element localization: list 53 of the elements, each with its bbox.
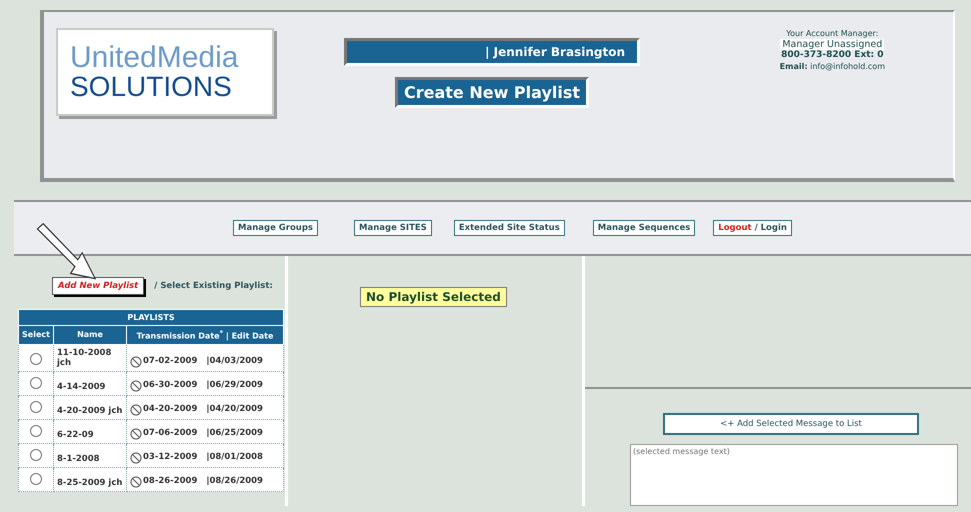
edit-date: |06/29/2009: [206, 380, 263, 390]
radio-button[interactable]: [30, 400, 42, 413]
clock-icon: [130, 380, 142, 392]
nav-link[interactable]: Extended Site Status: [454, 220, 565, 236]
table-cell: 4-20-2009 jch: [54, 395, 126, 420]
radio-button[interactable]: [30, 448, 42, 461]
column-header: Select: [18, 326, 54, 344]
user-name-bar: | Jennifer Brasington: [344, 38, 640, 66]
nav-link[interactable]: Manage Sequences: [592, 220, 696, 236]
transmission-date: 07-06-2009: [143, 428, 198, 438]
transmission-date: 06-30-2009: [143, 380, 198, 390]
edit-date: |08/01/2008: [206, 452, 263, 462]
radio-button[interactable]: [30, 376, 42, 389]
edit-date: |04/20/2009: [206, 404, 263, 414]
phone-number: 800-373-8200 Ext: 0: [781, 50, 884, 61]
table-cell: 6-22-09: [54, 419, 126, 444]
radio-button[interactable]: [30, 424, 42, 437]
transmission-date: 08-26-2009: [143, 476, 198, 486]
transmission-date: 04-20-2009: [143, 404, 198, 414]
manager-name: Manager Unassigned: [780, 39, 884, 50]
arrow-icon: [36, 222, 98, 282]
transmission-date: 03-12-2009: [143, 452, 198, 462]
logout-login-link[interactable]: Logout / Login: [713, 220, 792, 236]
nav-link[interactable]: Manage Groups: [233, 220, 318, 236]
edit-date: |04/03/2009: [206, 356, 263, 366]
transmission-date: 07-02-2009: [143, 356, 198, 366]
table-cell: 11-10-2008 jch: [54, 344, 126, 372]
clock-icon: [130, 404, 142, 416]
column-header: Transmission Date$^{*}$ | Edit Date: [126, 326, 284, 344]
table-cell: 4-14-2009: [54, 371, 126, 396]
logo-text: SOLUTIONS: [70, 73, 233, 101]
logo-text: UnitedMedia: [70, 43, 240, 73]
add-playlist-button[interactable]: Add New Playlist: [52, 277, 144, 295]
select-existing-label: / Select Existing Playlist:: [154, 281, 273, 291]
email-line: Email: info@infohold.com: [780, 61, 885, 72]
column-header: Name: [54, 326, 126, 344]
nav-link[interactable]: Manage SITES: [354, 220, 432, 236]
radio-button[interactable]: [30, 352, 42, 365]
account-label: Your Account Manager:: [786, 28, 878, 39]
clock-icon: [130, 356, 142, 368]
radio-button[interactable]: [30, 472, 42, 485]
table-cell: 8-1-2008: [54, 443, 126, 468]
add-message-button[interactable]: <+ Add Selected Message to List: [663, 412, 919, 436]
table-cell: 8-25-2009 jch: [54, 467, 126, 492]
clock-icon: [130, 452, 142, 464]
status-message: No Playlist Selected: [360, 287, 507, 307]
message-text-field[interactable]: (selected message text): [630, 444, 958, 506]
clock-icon: [130, 476, 142, 488]
edit-date: |06/25/2009: [206, 428, 263, 438]
clock-icon: [130, 428, 142, 440]
edit-date: |08/26/2009: [206, 476, 263, 486]
table-title: PLAYLISTS: [18, 310, 284, 326]
page-title: Create New Playlist: [394, 77, 590, 108]
